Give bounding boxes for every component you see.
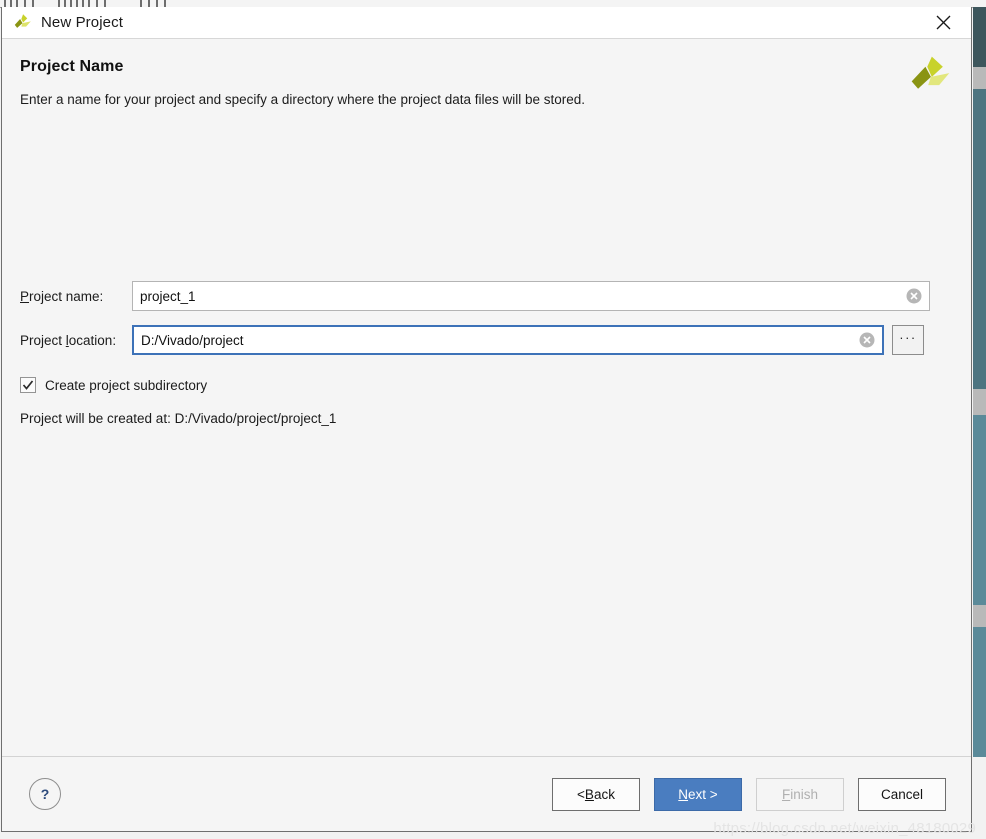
create-subdirectory-row[interactable]: Create project subdirectory xyxy=(20,377,207,393)
back-button[interactable]: < Back xyxy=(552,777,640,811)
dialog-titlebar: New Project xyxy=(2,7,971,39)
project-location-field[interactable] xyxy=(132,325,884,355)
background-scrollbar-top xyxy=(973,7,986,67)
new-project-dialog: New Project Project Name Enter a name fo… xyxy=(1,7,972,832)
background-panel-upper xyxy=(973,89,986,389)
dialog-body: Project name: Project location: xyxy=(2,107,971,756)
dialog-header: Project Name Enter a name for your proje… xyxy=(2,39,971,107)
help-button[interactable]: ? xyxy=(29,778,61,810)
project-name-label: Project name: xyxy=(20,288,104,304)
clear-circle-icon[interactable] xyxy=(859,332,875,348)
create-subdirectory-label: Create project subdirectory xyxy=(45,377,208,393)
created-at-text: Project will be created at: D:/Vivado/pr… xyxy=(20,411,337,426)
page-description: Enter a name for your project and specif… xyxy=(20,92,586,107)
browse-directory-button[interactable]: ··· xyxy=(892,325,924,355)
dialog-title: New Project xyxy=(41,14,123,31)
project-name-input[interactable] xyxy=(133,282,929,310)
cancel-button[interactable]: Cancel xyxy=(858,777,946,811)
project-name-row: Project name: xyxy=(20,281,930,311)
clear-circle-icon[interactable] xyxy=(906,288,922,304)
xilinx-logo-icon xyxy=(14,14,31,28)
close-icon[interactable] xyxy=(921,7,965,38)
dialog-footer: ? < Back Next > Finish Cancel xyxy=(2,756,971,831)
page-title: Project Name xyxy=(20,58,124,75)
project-name-field[interactable] xyxy=(132,281,930,311)
checkmark-icon xyxy=(22,380,34,390)
xilinx-brand-logo-icon xyxy=(911,56,950,89)
background-scrollbar-thumb-3 xyxy=(973,605,986,627)
project-location-row: Project location: ··· xyxy=(20,325,924,355)
background-scrollbar-thumb-2 xyxy=(973,389,986,415)
close-x-glyph xyxy=(936,15,950,30)
next-button[interactable]: Next > xyxy=(654,777,742,811)
project-location-input[interactable] xyxy=(134,327,882,353)
background-panel-lower xyxy=(973,627,986,757)
wizard-button-group: < Back Next > Finish Cancel xyxy=(552,777,946,811)
create-subdirectory-checkbox[interactable] xyxy=(20,377,36,393)
finish-button: Finish xyxy=(756,777,844,811)
project-location-label: Project location: xyxy=(20,332,117,348)
background-panel-mid xyxy=(973,415,986,605)
background-scrollbar-thumb xyxy=(973,67,986,89)
